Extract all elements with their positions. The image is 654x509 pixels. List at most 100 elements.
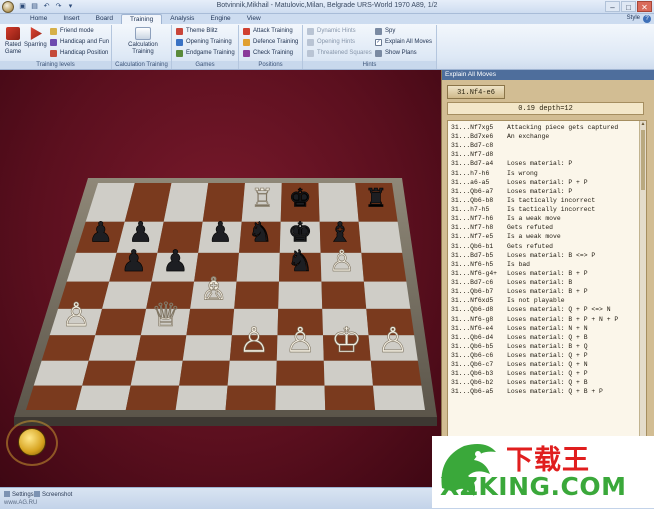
light-piece[interactable]: ♙ — [61, 295, 91, 335]
move-explanation-row[interactable]: 31...Nf6-g4+ Loses material: B + P — [451, 269, 588, 278]
move-explanation-row[interactable]: 31...Nf7-e5 Is a weak move — [451, 232, 561, 241]
close-button[interactable]: ✕ — [637, 1, 652, 12]
opening-training-button[interactable]: Opening Training — [176, 37, 232, 47]
move-explanation-row[interactable]: 31...Qb6-b7 Loses material: B + P — [451, 287, 588, 296]
board-square[interactable] — [276, 360, 325, 386]
move-explanation-row[interactable]: 31...h7-h6 Is wrong — [451, 169, 538, 178]
board-square[interactable] — [125, 385, 180, 410]
board-square[interactable] — [225, 385, 277, 410]
move-explanation-row[interactable]: 31...Bd7xe6 An exchange — [451, 132, 549, 141]
dynamic-hints-button[interactable]: Dynamic Hints — [307, 26, 356, 36]
move-explanation-row[interactable]: 31...Qb6-d4 Loses material: Q + B — [451, 333, 588, 342]
scroll-thumb[interactable] — [641, 130, 645, 190]
screenshot-button[interactable]: Screenshot — [34, 491, 72, 498]
light-piece[interactable]: ♙ — [238, 321, 270, 362]
board-square[interactable] — [41, 335, 96, 361]
board-square[interactable] — [186, 308, 235, 336]
board-square[interactable] — [182, 335, 232, 361]
board-square[interactable] — [234, 281, 279, 309]
board-square[interactable] — [324, 385, 376, 410]
tab-view[interactable]: View — [239, 14, 269, 24]
board-square[interactable] — [33, 360, 89, 386]
tab-analysis[interactable]: Analysis — [162, 14, 202, 24]
explain-all-moves-button[interactable]: ✓ Explain All Moves — [375, 37, 432, 47]
move-explanation-row[interactable]: 31...Qb6-b2 Loses material: Q + B — [451, 378, 588, 387]
light-piece[interactable]: ♗ — [199, 271, 228, 308]
handicap-and-fun-button[interactable]: Handicap and Fun — [50, 37, 109, 47]
board-square[interactable] — [370, 360, 422, 386]
tab-board[interactable]: Board — [88, 14, 121, 24]
tab-training[interactable]: Training — [120, 14, 163, 24]
move-explanation-row[interactable]: 31...Nf6-g8 Loses material: B + P + N + P — [451, 315, 618, 324]
board-square[interactable] — [88, 335, 141, 361]
board-square[interactable] — [358, 221, 403, 253]
board-square[interactable] — [102, 281, 152, 309]
board-square[interactable] — [361, 252, 407, 282]
dark-piece[interactable]: ♞ — [287, 244, 314, 279]
light-piece[interactable]: ♖ — [251, 183, 274, 213]
threatened-squares-button[interactable]: Threatened Squares — [307, 48, 372, 58]
move-explanation-row[interactable]: 31...Bd7-b5 Loses material: B <=> P — [451, 251, 595, 260]
move-explanation-row[interactable]: 31...Nf7-d8 — [451, 150, 507, 159]
help-icon[interactable]: ? — [643, 15, 651, 23]
move-explanation-row[interactable]: 31...Bd7-c8 — [451, 141, 507, 150]
move-explanation-row[interactable]: 31...Nf7-h8 Gets refuted — [451, 223, 553, 232]
move-explanation-row[interactable]: 31...Nf6-h5 Is bad — [451, 260, 530, 269]
scroll-up-icon[interactable]: ▲ — [640, 121, 646, 128]
board-square[interactable] — [135, 335, 187, 361]
settings-button[interactable]: Settings — [4, 491, 34, 498]
board-square[interactable] — [82, 360, 136, 386]
move-explanation-row[interactable]: 31...Nf6xd5 Is not playable — [451, 296, 565, 305]
board-square[interactable] — [321, 281, 367, 309]
move-explanation-row[interactable]: 31...Qb6-a5 Loses material: Q + B + P — [451, 387, 603, 396]
light-piece[interactable]: ♙ — [328, 244, 356, 279]
move-explanation-row[interactable]: 31...Qb6-b1 Gets refuted — [451, 242, 553, 251]
show-plans-button[interactable]: Show Plans — [375, 48, 417, 58]
board-square[interactable] — [323, 360, 373, 386]
move-explanation-row[interactable]: 31...Qb6-a7 Loses material: P — [451, 187, 572, 196]
defence-training-button[interactable]: Defence Training — [243, 37, 298, 47]
board-square[interactable] — [372, 385, 425, 410]
tab-insert[interactable]: Insert — [55, 14, 87, 24]
move-explanation-row[interactable]: 31...Nf7xg5 Attacking piece gets captured — [451, 123, 618, 132]
move-explanation-row[interactable]: 31...Nf6-e4 Loses material: N + N — [451, 324, 588, 333]
sparring-button[interactable]: Sparring — [24, 27, 47, 49]
maximize-button[interactable]: □ — [621, 1, 636, 12]
move-explanation-row[interactable]: 31...h7-h5 Is tactically incorrect — [451, 205, 595, 214]
move-explanation-row[interactable]: 31...Qb6-d8 Loses material: Q + P <=> N — [451, 305, 611, 314]
board-square[interactable] — [363, 281, 411, 309]
dark-piece[interactable]: ♟ — [162, 244, 189, 279]
theme-blitz-button[interactable]: Theme Blitz — [176, 26, 218, 36]
calculation-training-button[interactable]: Calculation Training — [126, 27, 160, 55]
move-explanation-row[interactable]: 31...Bd7-c6 Loses material: B — [451, 278, 572, 287]
board-square[interactable] — [26, 385, 83, 410]
dark-piece[interactable]: ♟ — [120, 244, 147, 279]
move-explanation-row[interactable]: 31...Qb6-b8 Is tactically incorrect — [451, 196, 595, 205]
dark-piece[interactable]: ♞ — [248, 215, 273, 249]
light-piece[interactable]: ♙ — [377, 321, 409, 362]
tab-home[interactable]: Home — [22, 14, 55, 24]
navigation-orb-button[interactable] — [18, 428, 46, 456]
move-explanation-row[interactable]: 31...a6-a5 Loses material: P + P — [451, 178, 588, 187]
dark-piece[interactable]: ♚ — [288, 183, 312, 213]
rated-game-button[interactable]: Rated Game — [2, 27, 24, 55]
dark-piece[interactable]: ♟ — [208, 215, 233, 249]
move-explanation-row[interactable]: 31...Qb6-b5 Loses material: B + Q — [451, 342, 588, 351]
board-square[interactable] — [75, 385, 131, 410]
board-square[interactable] — [236, 252, 280, 282]
chessboard-3d[interactable]: ♜♚♚♞ ♝♟♟♟♖♙♟ ♞♟♙♕♙♔♙ ♙♙♗ — [0, 70, 441, 487]
attack-training-button[interactable]: Attack Training — [243, 26, 293, 36]
dark-piece[interactable]: ♟ — [88, 215, 113, 249]
scrollbar[interactable]: ▲ ▼ — [639, 121, 646, 459]
board-square[interactable] — [175, 385, 228, 410]
board-square[interactable] — [95, 308, 147, 336]
move-explanation-row[interactable]: 31...Qb6-c6 Loses material: Q + P — [451, 351, 588, 360]
current-move-button[interactable]: 31.Nf4-e6 — [447, 85, 505, 99]
move-explanation-row[interactable]: 31...Bd7-a4 Loses material: P — [451, 159, 572, 168]
dark-piece[interactable]: ♜ — [364, 183, 388, 213]
move-explanations-list[interactable]: 31...Nf7xg5 Attacking piece gets captured… — [447, 120, 647, 460]
spy-button[interactable]: Spy — [375, 26, 395, 36]
light-piece[interactable]: ♔ — [331, 321, 363, 362]
light-piece[interactable]: ♕ — [151, 295, 181, 335]
move-explanation-row[interactable]: 31...Qb6-c7 Loses material: Q + N — [451, 360, 588, 369]
